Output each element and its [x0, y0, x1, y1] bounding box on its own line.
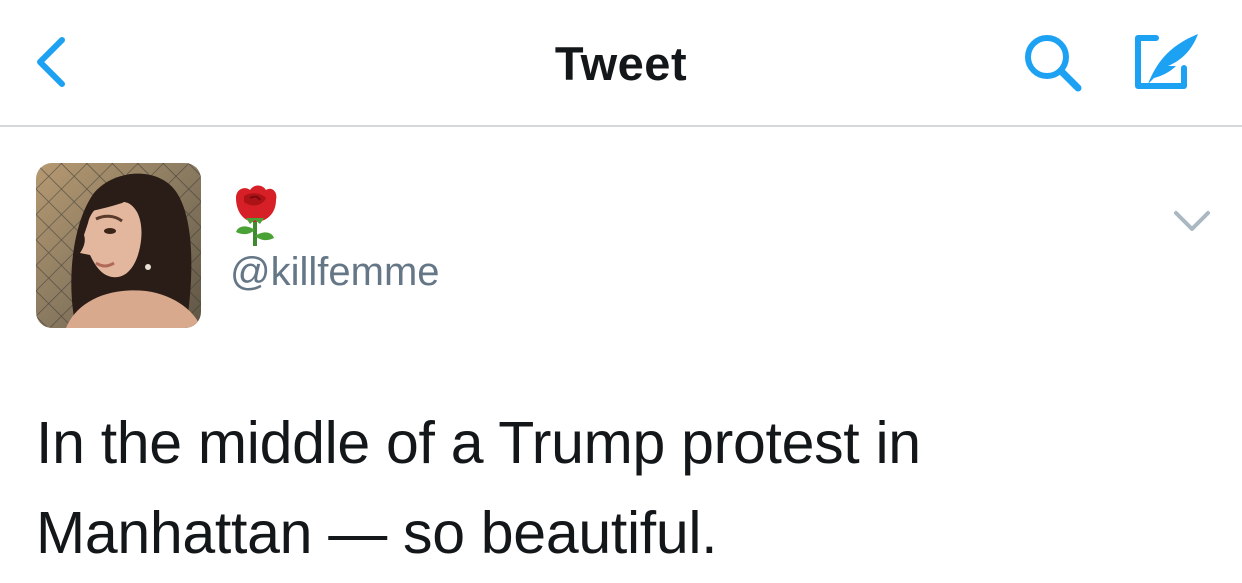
- avatar[interactable]: [36, 163, 201, 328]
- tweet-menu-button[interactable]: [1170, 205, 1214, 237]
- user-handle[interactable]: @killfemme: [230, 250, 440, 295]
- chevron-down-icon: [1174, 211, 1210, 231]
- rose-emoji-icon: [236, 185, 277, 246]
- display-name: [228, 184, 282, 248]
- search-icon: [1025, 35, 1082, 92]
- search-button[interactable]: [1020, 30, 1086, 96]
- compose-tweet-button[interactable]: [1128, 28, 1204, 96]
- compose-tweet-icon: [1135, 34, 1198, 89]
- navigation-bar: Tweet: [0, 0, 1242, 127]
- tweet-detail-screen: Tweet @killfemme In the middle of a Trum…: [0, 0, 1242, 583]
- tweet-text: In the middle of a Trump protest in Manh…: [36, 410, 921, 566]
- profile-photo: [36, 163, 201, 328]
